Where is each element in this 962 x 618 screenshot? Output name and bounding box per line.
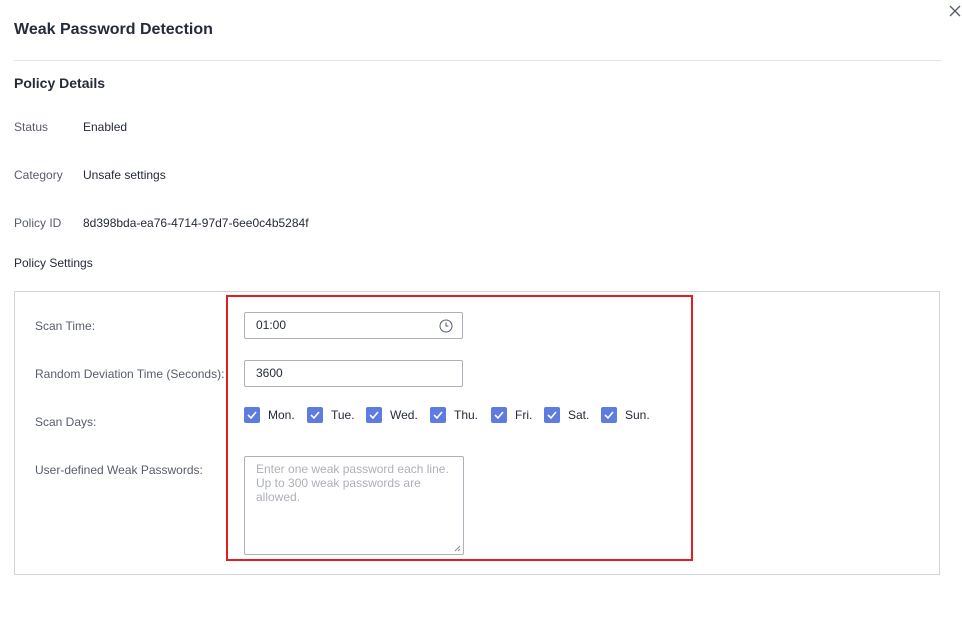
random-deviation-value: 3600 bbox=[256, 366, 283, 380]
random-deviation-input[interactable]: 3600 bbox=[244, 360, 463, 387]
checkbox-label: Sat. bbox=[568, 408, 590, 422]
scan-time-value: 01:00 bbox=[256, 318, 287, 332]
checkbox-label: Wed. bbox=[390, 408, 418, 422]
checkbox-checked-icon bbox=[366, 407, 382, 423]
random-deviation-label: Random Deviation Time (Seconds): bbox=[35, 367, 225, 381]
dialog-title: Weak Password Detection bbox=[14, 21, 213, 38]
scan-days-label: Scan Days: bbox=[35, 415, 97, 429]
checkbox-checked-icon bbox=[307, 407, 323, 423]
checkbox-label: Thu. bbox=[454, 408, 479, 422]
status-label: Status bbox=[14, 120, 49, 134]
checkbox-checked-icon bbox=[244, 407, 260, 423]
checkbox-label: Mon. bbox=[268, 408, 295, 422]
category-label: Category bbox=[14, 168, 63, 182]
scan-time-label: Scan Time: bbox=[35, 319, 96, 333]
close-icon bbox=[949, 5, 961, 17]
policy-id-value: 8d398bda-ea76-4714-97d7-6ee0c4b5284f bbox=[83, 216, 309, 230]
weak-passwords-textarea[interactable]: Enter one weak password each line. Up to… bbox=[244, 456, 464, 555]
weak-passwords-placeholder: Enter one weak password each line. Up to… bbox=[256, 462, 449, 504]
status-value: Enabled bbox=[83, 120, 128, 134]
resize-handle-icon[interactable] bbox=[454, 545, 461, 552]
scan-time-picker[interactable]: 01:00 bbox=[244, 312, 463, 339]
checkbox-checked-icon bbox=[544, 407, 560, 423]
checkbox-label: Sun. bbox=[625, 408, 650, 422]
checkbox-label: Fri. bbox=[515, 408, 533, 422]
checkbox-checked-icon bbox=[491, 407, 507, 423]
title-divider bbox=[14, 60, 942, 61]
checkbox-checked-icon bbox=[430, 407, 446, 423]
policy-settings-title: Policy Settings bbox=[14, 256, 93, 270]
checkbox-label: Tue. bbox=[331, 408, 355, 422]
policy-id-label: Policy ID bbox=[14, 216, 62, 230]
checkbox-checked-icon bbox=[601, 407, 617, 423]
weak-passwords-label: User-defined Weak Passwords: bbox=[35, 463, 203, 477]
clock-icon[interactable] bbox=[439, 319, 453, 333]
policy-settings-panel bbox=[14, 291, 940, 575]
category-value: Unsafe settings bbox=[83, 168, 166, 182]
policy-details-title: Policy Details bbox=[14, 75, 106, 91]
close-button[interactable] bbox=[947, 3, 962, 19]
